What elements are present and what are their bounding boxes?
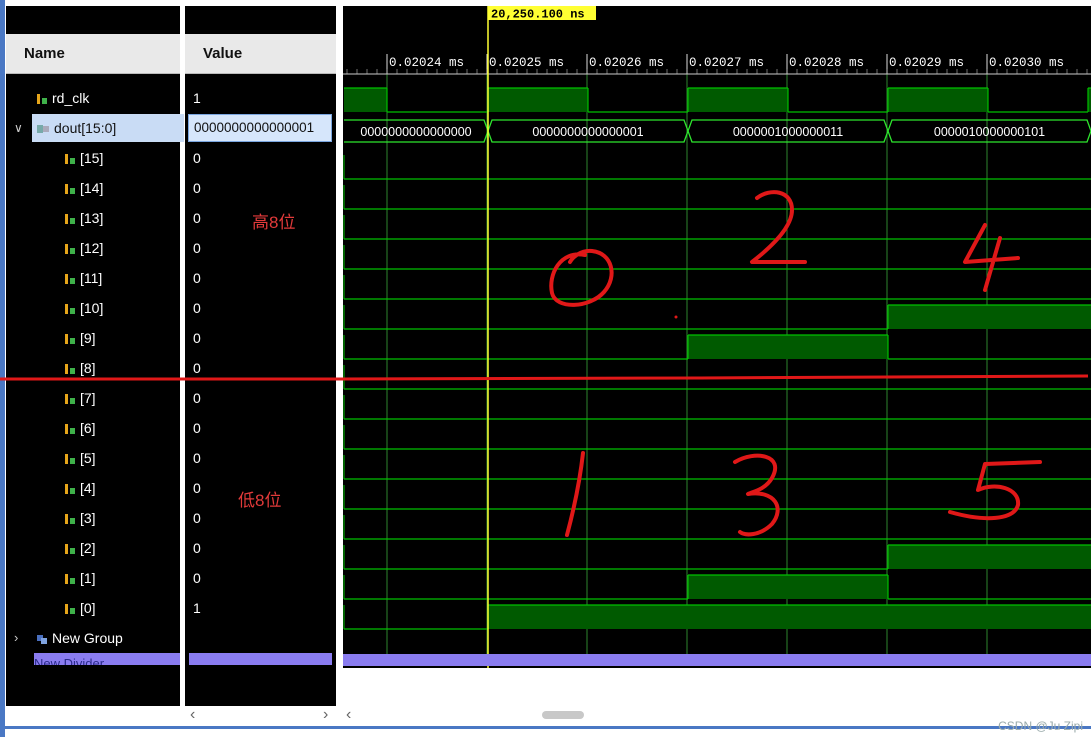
red-dot [674, 315, 678, 319]
handwritten-digit-1 [565, 451, 585, 537]
handwritten-digit-0 [549, 248, 614, 307]
value-scroll-left[interactable]: ‹ [190, 706, 195, 726]
handwritten-digit-2 [750, 190, 807, 264]
handwritten-digit-5 [948, 460, 1042, 521]
waveform-window: Name Value rd_clk 1 ∨ dout[15:0] 0000000… [0, 0, 1091, 737]
value-scroll-right[interactable]: › [323, 706, 328, 726]
watermark: CSDN @Ju Zipi [998, 719, 1083, 733]
handwritten-digit-3 [733, 453, 780, 537]
wave-scroll-left[interactable]: ‹ [346, 706, 351, 726]
wave-scroll-thumb[interactable] [542, 711, 584, 719]
handwritten-digit-4 [963, 223, 1020, 292]
handwritten-annotations [549, 190, 1042, 537]
